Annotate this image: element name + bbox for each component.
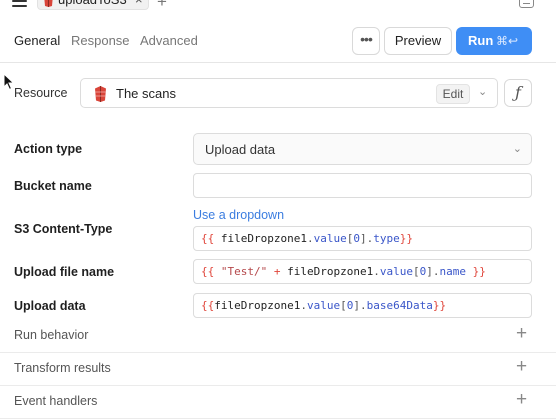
upload-data-label: Upload data	[14, 299, 86, 313]
bucket-name-label: Bucket name	[14, 179, 92, 193]
section-run-behavior[interactable]: Run behavior +	[0, 320, 556, 353]
add-tab-icon[interactable]: +	[157, 0, 167, 10]
action-type-label: Action type	[14, 142, 83, 156]
resource-label: Resource	[14, 86, 68, 100]
s3-bucket-icon	[44, 0, 53, 7]
action-type-value: Upload data	[205, 142, 276, 157]
section-label: Transform results	[14, 361, 111, 375]
use-dropdown-link[interactable]: Use a dropdown	[193, 208, 284, 222]
tab-general[interactable]: General	[14, 33, 60, 48]
upload-file-name-label: Upload file name	[14, 265, 115, 279]
run-shortcut-hint: ⌘↩	[496, 34, 519, 48]
bucket-name-input[interactable]	[193, 173, 532, 198]
plus-icon[interactable]: +	[516, 389, 527, 411]
hamburger-menu-icon[interactable]	[12, 0, 27, 10]
upload-data-input[interactable]: {{fileDropzone1.value[0].base64Data}}	[193, 293, 532, 318]
upload-file-name-input[interactable]: {{ "Test/" + fileDropzone1.value[0].name…	[193, 259, 532, 284]
more-options-button[interactable]: •••	[352, 27, 380, 55]
run-button-label: Run	[468, 33, 494, 48]
s3-resource-icon	[95, 86, 106, 102]
section-transform-results[interactable]: Transform results +	[0, 353, 556, 386]
query-tab-label: uploadToS3	[58, 0, 127, 8]
plus-icon[interactable]: +	[516, 323, 527, 345]
resource-name: The scans	[116, 86, 176, 101]
content-type-input[interactable]: {{ fileDropzone1.value[0].type}}	[193, 226, 532, 251]
query-editor-header: General Response Advanced ••• Preview Ru…	[0, 17, 556, 63]
chevron-down-icon: ⌄	[512, 143, 522, 155]
query-tab-strip: uploadToS3 × +	[0, 0, 556, 11]
edit-resource-button[interactable]: Edit	[436, 84, 470, 104]
query-tab[interactable]: uploadToS3 ×	[37, 0, 149, 10]
close-tab-icon[interactable]: ×	[135, 0, 143, 8]
tab-response[interactable]: Response	[71, 33, 130, 48]
section-label: Run behavior	[14, 328, 89, 342]
preview-button[interactable]: Preview	[384, 27, 452, 55]
chevron-down-icon[interactable]: ⌄	[478, 85, 487, 98]
content-type-label: S3 Content-Type	[14, 222, 113, 236]
plus-icon[interactable]: +	[516, 356, 527, 378]
function-toggle-button[interactable]: ƒ	[504, 79, 532, 107]
section-label: Event handlers	[14, 394, 98, 408]
run-button[interactable]: Run ⌘↩	[456, 27, 532, 55]
collapse-panel-icon[interactable]	[519, 0, 534, 8]
tab-advanced[interactable]: Advanced	[140, 33, 198, 48]
section-event-handlers[interactable]: Event handlers +	[0, 386, 556, 419]
resource-select[interactable]: The scans Edit ⌄	[80, 78, 498, 108]
action-type-select[interactable]: Upload data ⌄	[193, 133, 532, 165]
